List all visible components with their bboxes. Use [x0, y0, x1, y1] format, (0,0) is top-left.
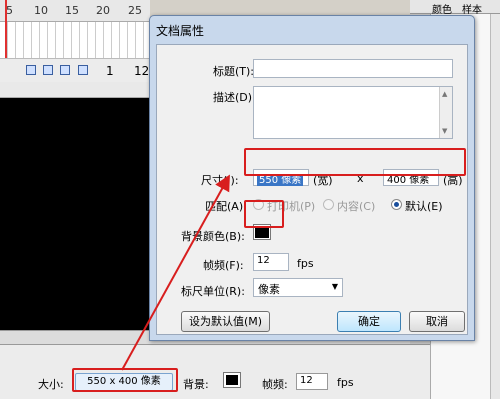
description-textarea[interactable]: ▲ ▼ — [253, 86, 453, 139]
dialog-title: 文档属性 — [156, 24, 205, 38]
frame-rate-readout: 12 — [134, 64, 150, 78]
width-value: 550 像素 — [257, 175, 304, 186]
edit-frames-icon[interactable] — [78, 65, 88, 75]
ruler-tick: 10 — [34, 4, 48, 17]
ruler-units-label: 标尺单位(R): — [181, 285, 245, 298]
cancel-button[interactable]: 取消 — [409, 311, 465, 332]
match-label: 匹配(A): — [205, 200, 247, 213]
make-default-button[interactable]: 设为默认值(M) — [181, 311, 270, 332]
center-frame-icon[interactable] — [26, 65, 36, 75]
dialog-body: 标题(T): 描述(D): ▲ ▼ 尺寸(I): 550 像素 (宽) x 40… — [156, 44, 468, 335]
dimensions-label: 尺寸(I): — [201, 174, 239, 187]
description-label: 描述(D): — [213, 91, 256, 104]
title-label: 标题(T): — [213, 65, 255, 78]
right-scrollbar[interactable] — [490, 14, 500, 399]
color-highlight-box — [244, 200, 284, 228]
current-frame: 1 — [106, 64, 114, 78]
background-color-swatch[interactable] — [223, 372, 241, 388]
timeline-ruler: 5 10 15 20 25 — [0, 0, 150, 22]
right-panel-tabs: 颜色 样本 — [410, 0, 500, 16]
timeline-frames[interactable] — [0, 22, 150, 58]
match-contents-label: 内容(C) — [337, 200, 376, 213]
ok-button[interactable]: 确定 — [337, 311, 401, 332]
frame-rate-input[interactable]: 12 — [296, 373, 328, 390]
dimensions-highlight-box — [244, 148, 466, 176]
property-inspector: 大小: 550 x 400 像素 背景: 帧频: 12 fps — [0, 344, 430, 399]
match-contents-radio — [323, 199, 334, 210]
frame-rate-unit: fps — [297, 257, 314, 270]
description-scrollbar[interactable]: ▲ ▼ — [439, 87, 452, 138]
match-default-label: 默认(E) — [405, 200, 443, 213]
document-properties-dialog: 文档属性 标题(T): 描述(D): ▲ ▼ 尺寸(I): 550 像素 (宽)… — [149, 15, 475, 341]
stage[interactable] — [0, 98, 150, 330]
frame-rate-label: 帧频(F): — [203, 259, 244, 272]
timeline-toolbar: 1 12 — [0, 58, 150, 82]
onion-skin-icon[interactable] — [43, 65, 53, 75]
scroll-up-icon[interactable]: ▲ — [442, 90, 447, 98]
ruler-tick: 5 — [6, 4, 13, 17]
size-label: 大小: — [38, 378, 64, 391]
fps-unit: fps — [337, 376, 354, 389]
ruler-tick: 25 — [128, 4, 142, 17]
size-highlight-box — [72, 368, 178, 392]
frame-rate-label: 帧频: — [262, 378, 288, 391]
onion-outline-icon[interactable] — [60, 65, 70, 75]
ruler-units-select[interactable]: 像素 ▼ — [253, 278, 343, 297]
ruler-tick: 20 — [96, 4, 110, 17]
match-default-radio[interactable] — [391, 199, 402, 210]
ruler-tick: 15 — [65, 4, 79, 17]
ruler-units-value: 像素 — [258, 283, 280, 296]
background-label: 背景: — [183, 378, 209, 391]
title-input[interactable] — [253, 59, 453, 78]
chevron-down-icon: ▼ — [331, 282, 338, 291]
frame-rate-input[interactable]: 12 — [253, 253, 289, 271]
stage-header — [0, 82, 150, 98]
scroll-down-icon[interactable]: ▼ — [442, 127, 447, 135]
background-color-label: 背景颜色(B): — [181, 230, 245, 243]
timeline-panel: 5 10 15 20 25 1 12 — [0, 0, 150, 82]
